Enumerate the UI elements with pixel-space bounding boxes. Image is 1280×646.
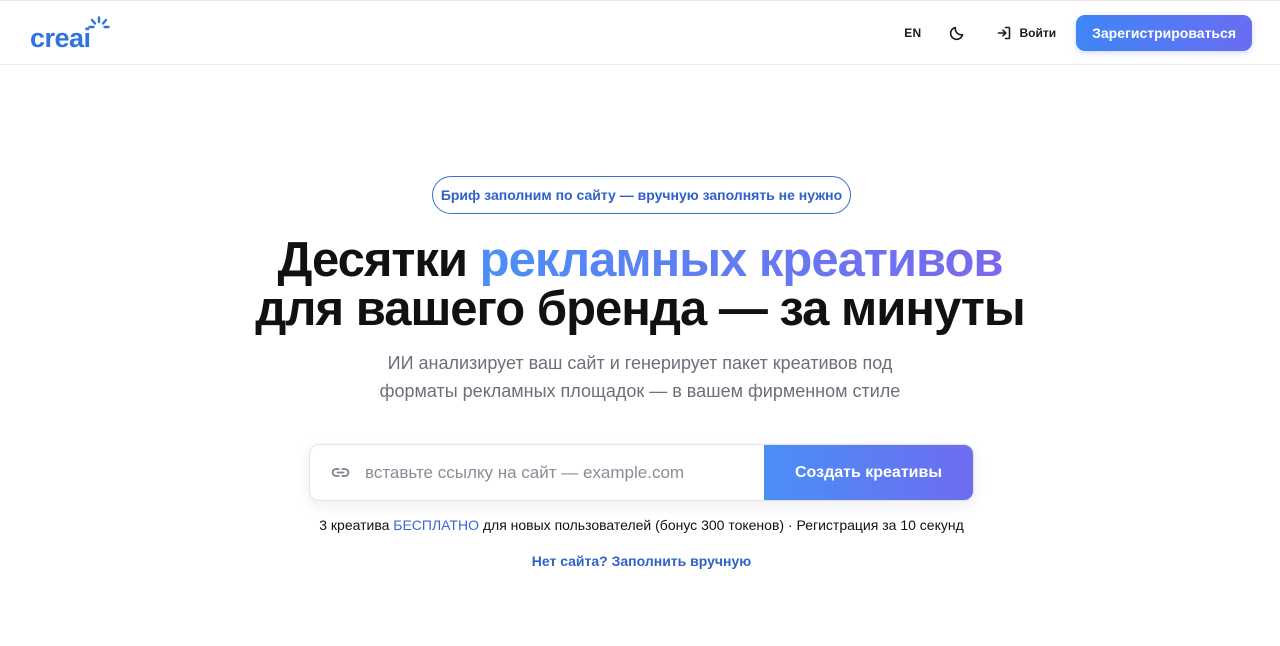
fill-manually-link[interactable]: Нет сайта? Заполнить вручную [0,553,1280,569]
site-url-form: Создать креативы [309,444,974,501]
top-header: creai EN Войти Зарегистрироваться [0,0,1280,65]
theme-toggle[interactable] [948,24,966,42]
subhead-line1: ИИ анализирует ваш сайт и генерирует пак… [387,353,893,373]
moon-icon [950,26,964,41]
site-url-input[interactable] [363,461,753,484]
link-icon [330,462,351,483]
register-button[interactable]: Зарегистрироваться [1076,15,1252,51]
create-creatives-button[interactable]: Создать креативы [764,445,973,500]
login-label: Войти [1019,26,1057,40]
headline-accent: рекламных креативов [479,233,1004,287]
logo[interactable]: creai [30,16,110,52]
headline-part1: Десятки [277,233,480,287]
sign-in-icon [996,25,1012,41]
brief-badge: Бриф заполним по сайту — вручную заполня… [432,176,851,214]
subhead-line2: форматы рекламных площадок — в вашем фир… [379,381,901,401]
sparkle-rays-icon [88,16,110,29]
promo-suffix: для новых пользователей (бонус 300 токен… [478,517,964,533]
url-field [310,445,764,500]
promo-prefix: 3 креатива [319,517,394,533]
language-switch[interactable]: EN [904,26,921,40]
page-title: Десятки рекламных креативов для вашего б… [0,236,1280,334]
subheading: ИИ анализирует ваш сайт и генерирует пак… [0,349,1280,405]
promo-free-label: БЕСПЛАТНО [393,517,479,533]
logo-text: creai [30,23,91,53]
login-button[interactable]: Войти [996,25,1056,41]
header-actions: EN Войти Зарегистрироваться [904,15,1252,51]
promo-text: 3 креатива БЕСПЛАТНО для новых пользоват… [0,517,1280,533]
headline-line2: для вашего бренда — за минуты [255,282,1025,336]
landing-page: creai EN Войти Зарегистрироваться Бриф з… [0,0,1280,646]
